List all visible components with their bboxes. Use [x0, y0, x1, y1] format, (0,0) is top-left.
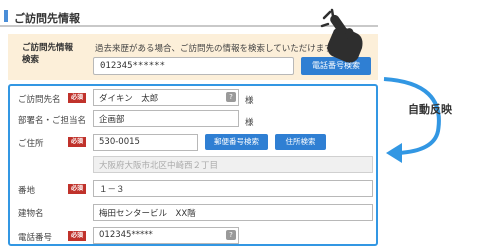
- address-search-button[interactable]: 住所検索: [275, 134, 326, 150]
- honorific-suffix: 様: [245, 96, 254, 106]
- search-label: ご訪問先情報 検索: [22, 43, 74, 65]
- lot-number-field[interactable]: １－３: [93, 180, 373, 197]
- address-readonly-field: 大阪府大阪市北区中崎西２丁目: [93, 156, 373, 173]
- required-badge: 必須: [68, 137, 86, 147]
- postal-code-search-button[interactable]: 郵便番号検索: [205, 134, 268, 150]
- address-label: ご住所: [18, 139, 44, 149]
- postal-code-field[interactable]: 530-0015: [93, 134, 198, 151]
- required-badge: 必須: [68, 184, 86, 194]
- visitor-name-field[interactable]: ダイキン 太郎: [93, 89, 239, 106]
- lot-number-label: 番地: [18, 186, 36, 196]
- help-icon: ?: [226, 230, 236, 240]
- auto-reflect-label: 自動反映: [408, 103, 452, 116]
- section-title: ご訪問先情報: [14, 12, 80, 25]
- auto-reflect-arrow-icon: [383, 77, 441, 163]
- visitor-name-label: ご訪問先名: [18, 95, 61, 105]
- required-badge: 必須: [68, 93, 86, 103]
- search-note: 過去来歴がある場合、ご訪問先の情報を検索していただけます。: [95, 44, 341, 54]
- building-field[interactable]: 梅田センタービル XX階: [93, 204, 373, 221]
- department-label: 部署名・ご担当名: [18, 116, 87, 126]
- header-accent-bar: [4, 10, 8, 22]
- department-field[interactable]: 企画部: [93, 110, 239, 127]
- building-label: 建物名: [18, 209, 44, 219]
- pointing-hand-icon: [320, 8, 363, 63]
- phone-search-input[interactable]: 012345******: [93, 57, 294, 75]
- phone-label: 電話番号: [18, 233, 53, 243]
- help-icon: ?: [226, 92, 236, 102]
- required-badge: 必須: [68, 231, 86, 241]
- phone-field[interactable]: 012345*****: [93, 227, 239, 244]
- honorific-suffix: 様: [245, 118, 254, 128]
